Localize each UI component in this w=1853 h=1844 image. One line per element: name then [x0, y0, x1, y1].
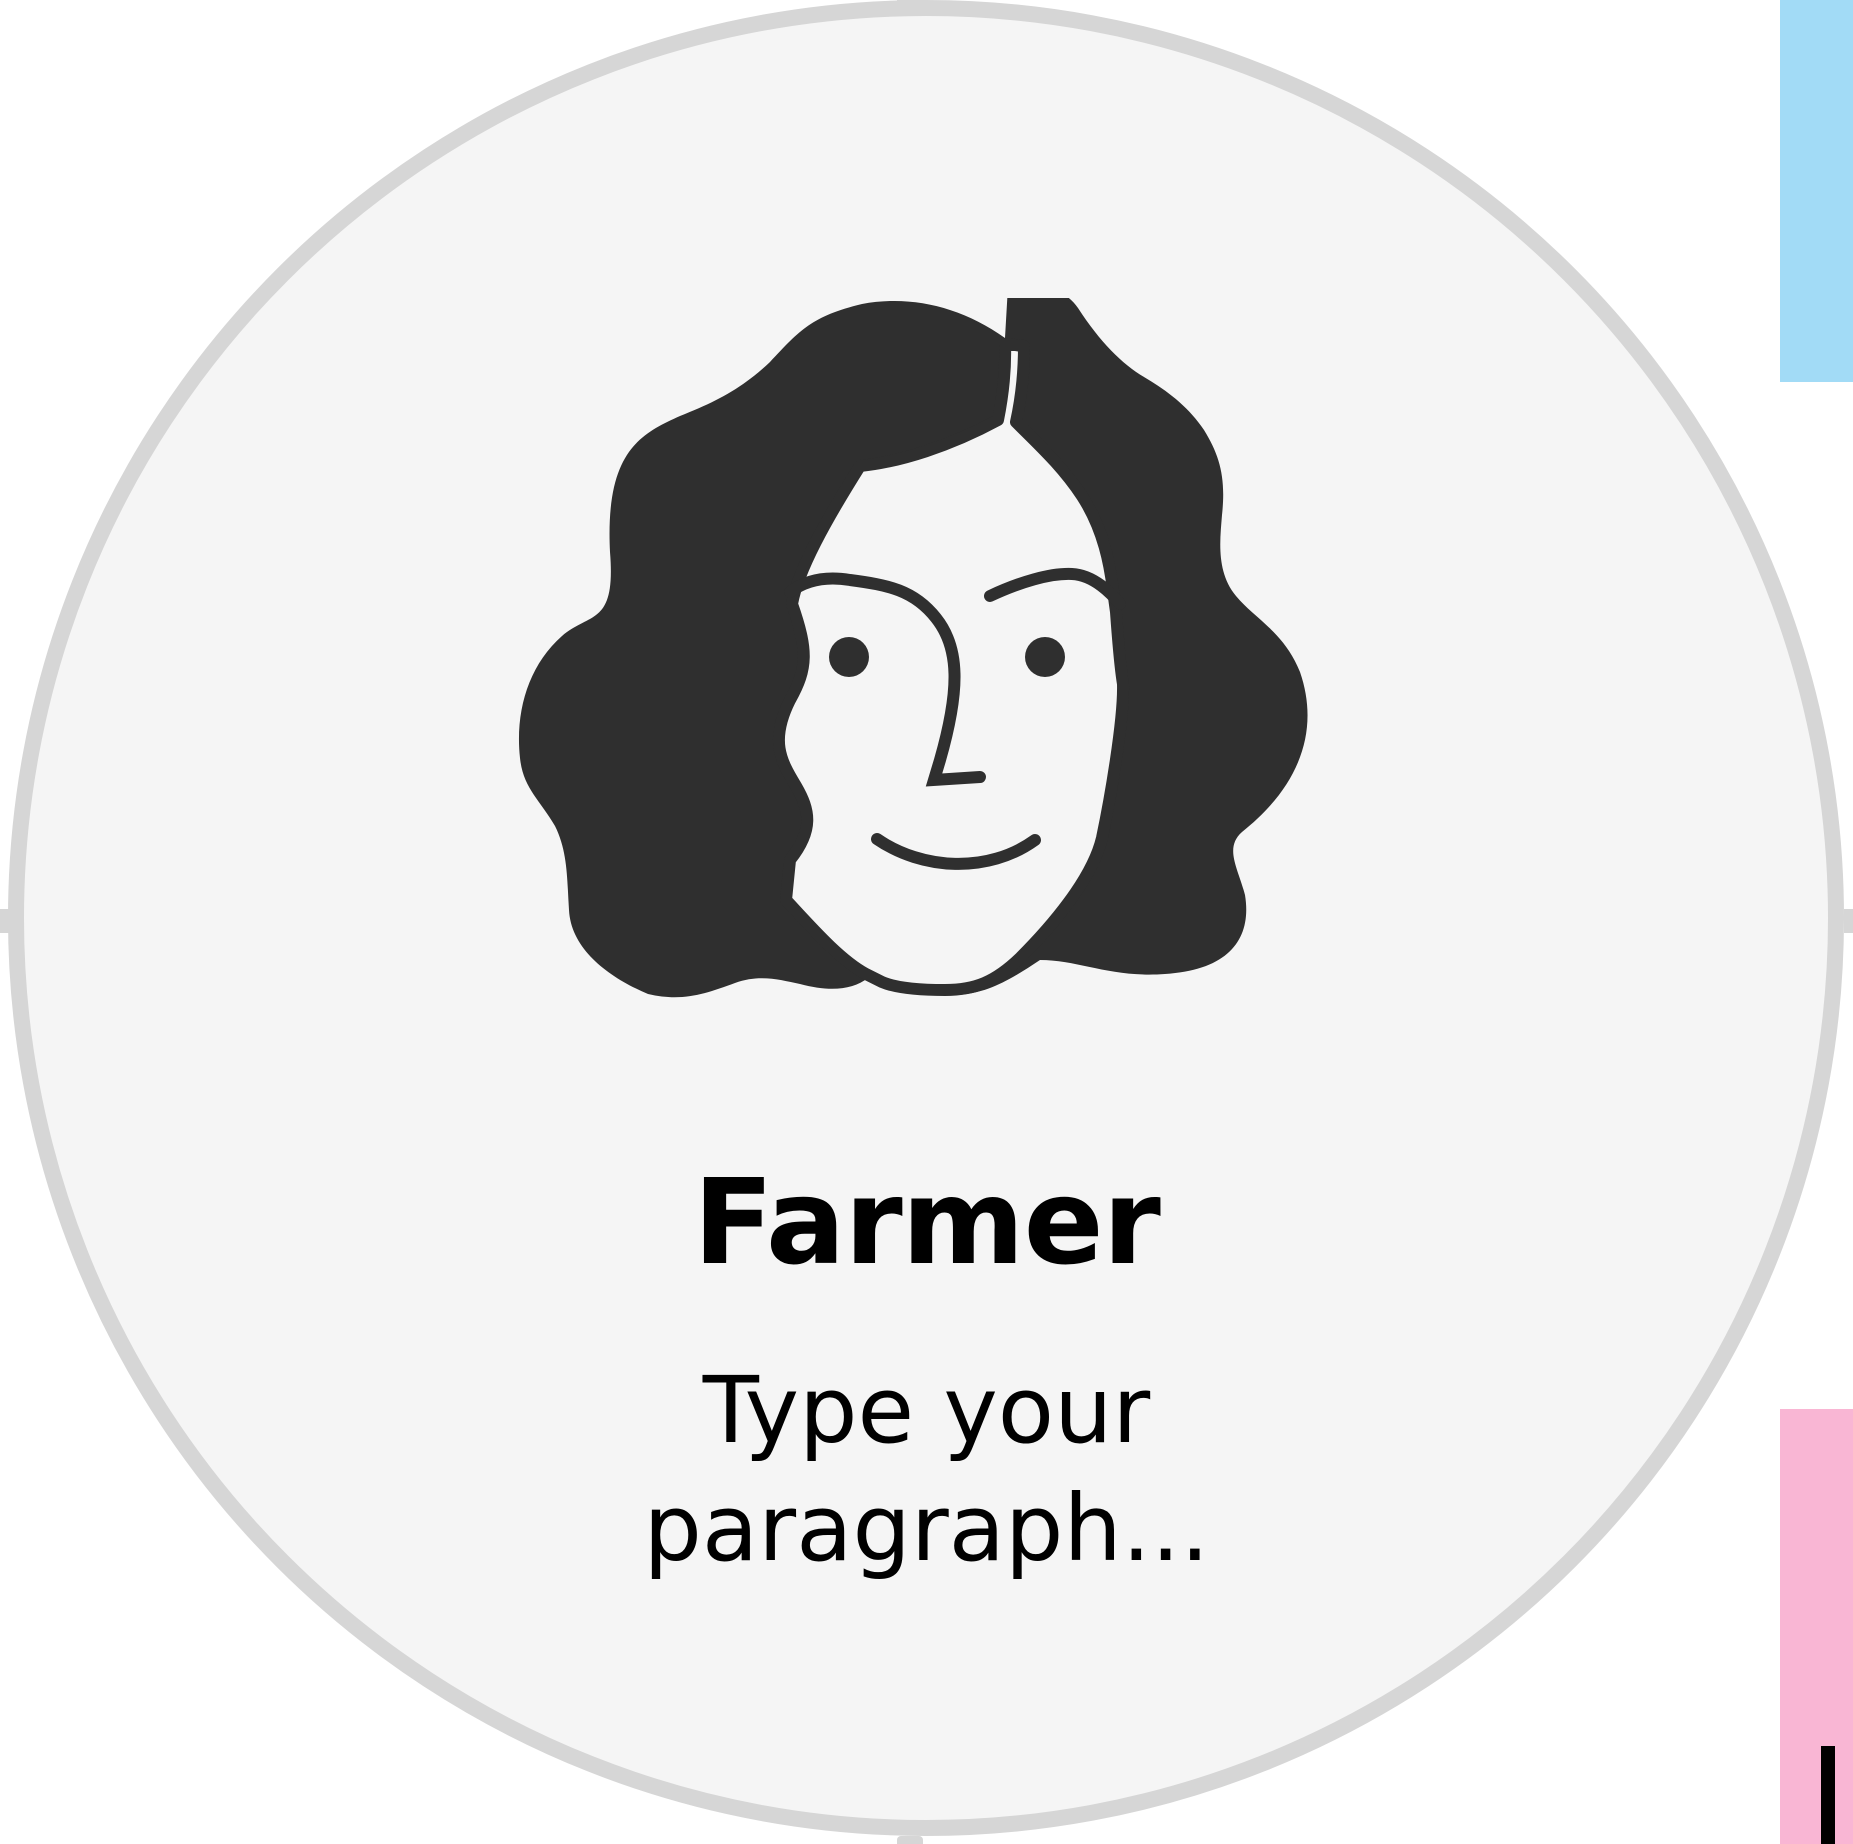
side-color-strip-bottom	[1780, 1409, 1853, 1844]
card-paragraph[interactable]: Type your paragraph...	[556, 1352, 1297, 1588]
woman-face-icon	[519, 298, 1308, 998]
resize-handle-bottom[interactable]	[897, 1836, 923, 1844]
resize-handle-left[interactable]	[0, 909, 12, 933]
right-eye	[1025, 637, 1065, 677]
left-eye	[829, 637, 869, 677]
resize-handle-top[interactable]	[897, 0, 923, 8]
resize-handle-right[interactable]	[1844, 909, 1853, 933]
card-title[interactable]: Farmer	[0, 1152, 1853, 1292]
avatar-illustration	[515, 298, 1315, 998]
side-color-strip-top	[1780, 0, 1853, 382]
text-cursor	[1821, 1746, 1835, 1844]
